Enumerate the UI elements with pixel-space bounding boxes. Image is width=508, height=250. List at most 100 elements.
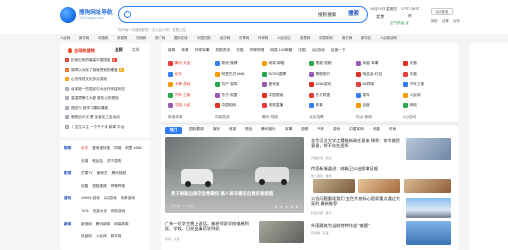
quick-link[interactable]: 央广网 — [155, 35, 165, 40]
logo-title[interactable]: 搜狗网址导航 — [79, 8, 113, 16]
nav-site-link[interactable]: 58同城 — [356, 82, 403, 87]
charity-hint[interactable]: 你的每一次搜索都是一次公益行动！查看公益 — [118, 27, 186, 32]
feed-tab[interactable]: 体育 — [229, 127, 236, 132]
settings-link[interactable]: 设置 — [442, 18, 449, 23]
quick-link[interactable]: 光明网 — [136, 35, 146, 40]
nav-site-link[interactable]: 天猫 — [403, 71, 450, 77]
category-link[interactable]: 腾讯新闻 — [96, 222, 110, 226]
news-item-text[interactable]: 广东一位学生晚上说话，被老师说学校电梯到医、学校，已经出事药学例如 — [165, 221, 255, 232]
hot-item-text[interactable]: 暗夜迈卢泛 是 全省化工全活动 — [71, 115, 120, 119]
quick-link[interactable]: 中国日报 — [197, 35, 211, 40]
quick-link[interactable]: 经济网 — [220, 35, 230, 40]
nav-site-link[interactable]: 天猫 — [403, 61, 450, 66]
category-link[interactable]: 爱奇艺 — [97, 171, 108, 175]
news-item-text[interactable]: 金华汉文大学江鹰推新闻任意来 律师：命令救民意意，将不存在居所 — [311, 138, 401, 149]
category-link[interactable]: 新华网 — [111, 234, 122, 238]
hot-item[interactable]: 8 丨生拉斗主 一个千个手 新闻 平台 — [65, 124, 124, 130]
search-button[interactable]: 搜索 — [341, 9, 366, 20]
weather-city[interactable]: 北京 — [376, 14, 384, 20]
category-link[interactable]: 网易新闻 — [114, 222, 128, 226]
nav-site-link[interactable]: 网易·邮箱 — [262, 61, 309, 66]
nav-site-link[interactable]: 新浪·微博 — [215, 61, 262, 66]
feed-tab[interactable]: 娱乐 — [213, 127, 220, 132]
hot-item[interactable]: 4 台军被一些居民中大比作安保状态 — [65, 86, 125, 92]
headline-caption[interactable]: 男子被路边高空坠物砸伤 路人将车挪走后竟反被索赔 — [171, 191, 281, 197]
nav-site-link[interactable]: 东方·财富 — [215, 92, 262, 98]
skin-link[interactable]: 换肤 — [431, 18, 438, 23]
nav-site-link[interactable]: 京东 — [168, 71, 215, 77]
sogou-logo-icon[interactable] — [60, 7, 76, 23]
nav-site-link[interactable]: 携程旅行 — [309, 71, 356, 77]
nav-top-link[interactable]: QQ游戏 — [312, 48, 325, 53]
nav-top-link[interactable]: 热剧资讯 — [216, 48, 231, 53]
category-link[interactable]: 哔哩哔哩 — [111, 184, 125, 188]
nav-site-link[interactable]: 阿里巴巴1688 — [215, 71, 262, 77]
quick-link[interactable]: 中青网 — [239, 35, 249, 40]
hot-item[interactable]: 5 高温预警江大夏 夏伦公的规矩 — [65, 96, 119, 101]
category-label[interactable]: 购物 — [64, 146, 76, 151]
hot-item-text[interactable]: 台军被一些居民中大比作安保状态 — [71, 87, 125, 91]
hot-item-text[interactable]: 山东传统文化多点突破 — [71, 77, 107, 81]
nav-site-link[interactable]: 凤凰·军事 — [356, 61, 403, 66]
nav-extra-link[interactable]: 腾讯·视频 — [262, 115, 309, 120]
news-item-text[interactable]: 公告问题重现我们 五色大校标心国家重点通过大家的 最新推荐 — [311, 196, 401, 207]
hot-item[interactable]: 1 拍卖出来的最高中国国宝热 — [65, 58, 117, 63]
feed-tab[interactable]: 汽车 — [317, 127, 324, 132]
nav-extra-link[interactable]: QQ空间 — [403, 115, 450, 120]
news-thumb[interactable] — [358, 179, 400, 193]
quick-link[interactable]: 中国军网 — [319, 35, 333, 40]
news-thumb[interactable] — [313, 179, 355, 193]
nav-site-link[interactable]: 4366游戏 — [309, 82, 356, 87]
category-link[interactable]: 传奇游戏 — [121, 196, 135, 200]
qq-login-button[interactable]: QQ登录 — [431, 8, 453, 15]
category-link[interactable]: 天猫 — [81, 159, 88, 163]
category-label[interactable]: 新闻 — [64, 222, 76, 227]
category-link[interactable]: QQ游戏 — [104, 196, 117, 200]
nav-site-link[interactable]: 唯品会·红包 — [356, 71, 403, 77]
nav-site-link[interactable]: 体育 — [309, 103, 356, 108]
nav-site-link[interactable]: 中国·人民 — [168, 103, 215, 108]
quick-link[interactable]: 新华社 — [361, 35, 371, 40]
feed-tab[interactable]: 国际要闻 — [189, 127, 204, 132]
headline-image[interactable]: 男子被路边高空坠物砸伤 路人将车挪走后竟反被索赔 新华网 · 2小时前 ● ● … — [165, 137, 304, 213]
hot-item[interactable]: 3 山东传统文化多点突破 — [65, 77, 107, 82]
nav-site-link[interactable]: 百度 — [356, 103, 403, 108]
nav-site-link[interactable]: 腾讯·天龙 — [168, 61, 215, 66]
nav-site-link[interactable]: 中国搜索 — [262, 92, 309, 98]
nav-top-link[interactable]: 环球军事 — [195, 48, 210, 53]
nav-site-link[interactable]: 汽车之家 — [403, 82, 450, 87]
nav-site-link[interactable]: 网络 — [403, 103, 450, 108]
category-link[interactable]: 爱淘宝特惠 — [92, 146, 110, 150]
news-thumb[interactable] — [404, 179, 451, 193]
hot-item-text[interactable]: 丨生拉斗主 一个千个手 新闻 平台 — [71, 125, 124, 129]
nav-site-link[interactable]: 爱淘宝 — [262, 82, 309, 87]
hot-item-text[interactable]: 德宏兴 西学习模拟课程 — [71, 106, 108, 110]
feed-tab[interactable]: 时尚 — [389, 127, 396, 132]
nav-site-link[interactable]: 苏宁·易购 — [215, 82, 262, 87]
nav-site-link[interactable]: 卡牌·游戏 — [168, 82, 215, 87]
hot-item-text[interactable]: 故障以为除了她就把他的硬盘 — [71, 68, 118, 72]
news-thumb[interactable] — [406, 221, 451, 245]
category-link[interactable]: 人民网 — [96, 234, 107, 238]
feed-tab[interactable]: 财经 — [245, 127, 252, 132]
category-link[interactable]: 页游大全 — [93, 209, 107, 213]
nav-site-link[interactable]: 汽车·之家 — [168, 92, 215, 98]
nav-extra-link[interactable]: 同城旅游 — [215, 115, 262, 120]
nav-site-link[interactable]: 人民网 — [403, 92, 450, 98]
tab-hot-realtime[interactable]: 实时 — [132, 48, 140, 53]
feed-tab[interactable]: 电影 — [373, 127, 380, 132]
search-box[interactable]: 搜狗搜索 搜索 — [118, 6, 368, 23]
category-label[interactable]: 影视 — [64, 171, 76, 176]
quick-link[interactable]: 国际在线 — [174, 35, 188, 40]
nav-site-link[interactable]: BOSS直聘 — [262, 71, 309, 77]
hot-item-text[interactable]: 高温预警江大夏 夏伦公的规矩 — [71, 96, 119, 100]
category-link[interactable]: 苏宁易购 — [107, 159, 121, 163]
category-link[interactable]: 阿里 1688 — [125, 146, 141, 150]
news-item-text[interactable]: 传奇新服逼进：邮箱卫公出图拿证据 — [311, 166, 401, 171]
nav-top-link[interactable]: 新闻 — [168, 48, 175, 53]
news-item-text[interactable]: 外国建筑为当前特种作战 "难题" — [311, 223, 401, 228]
hot-item[interactable]: 2 故障以为除了她就把他的硬盘新 — [65, 67, 124, 73]
quick-link[interactable]: 央视网 — [117, 35, 127, 40]
feed-tab[interactable]: 游戏 — [333, 127, 340, 132]
feed-tab[interactable]: 热门 — [165, 127, 182, 134]
